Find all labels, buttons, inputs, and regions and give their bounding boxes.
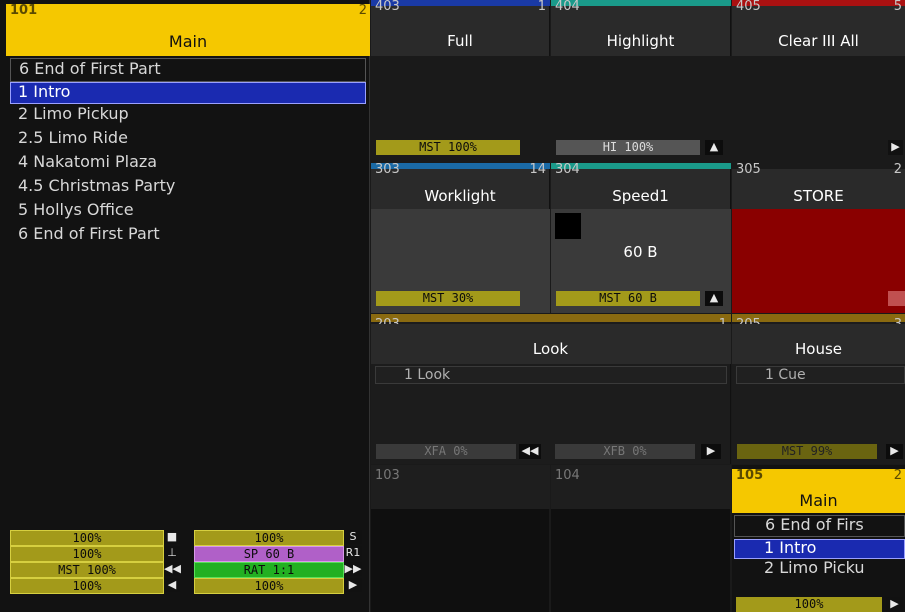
fader-value[interactable]: 100%	[10, 546, 164, 562]
cue-row[interactable]: 2 Limo Picku	[764, 556, 865, 580]
executor-title: Main	[799, 491, 838, 510]
rate-value[interactable]: RAT 1:1	[194, 562, 344, 578]
executor-number: 403	[375, 0, 400, 14]
go-icon[interactable]: ▶	[701, 444, 721, 459]
executor-body	[732, 56, 905, 162]
executor-page: 1	[537, 0, 546, 14]
cue-label: 1 Look	[404, 367, 451, 383]
cue-label: 1 Cue	[765, 367, 806, 383]
executor-title: Full	[447, 32, 473, 50]
cue-list: 1 Intro 2 Limo Pickup 2.5 Limo Ride 4 Na…	[10, 82, 366, 252]
executor-203[interactable]: 203 1 Look 1 Look XFA 0% ◀◀ XFB 0% ▶	[371, 314, 731, 464]
executor-number: 404	[555, 0, 580, 14]
executor-number: 304	[555, 162, 580, 177]
fader-value[interactable]: 100%	[10, 578, 164, 594]
executor-title: Main	[168, 32, 208, 51]
executor-number: 303	[375, 162, 400, 177]
speed-value: 60 B	[623, 243, 658, 261]
master-value[interactable]: MST 100%	[376, 140, 520, 155]
executor-header: 105 2 Main	[732, 469, 905, 513]
executor-title: Highlight	[606, 32, 675, 50]
cue-row[interactable]: 1 Look	[375, 366, 727, 384]
master-value[interactable]: MST 30%	[376, 291, 520, 306]
color-strip	[371, 314, 731, 322]
executor-title: Speed1	[612, 187, 669, 205]
crossfade-a-value[interactable]: XFA 0%	[376, 444, 516, 459]
executor-number: 305	[736, 162, 761, 177]
cue-row[interactable]: 1 Intro	[18, 80, 70, 104]
eject-icon[interactable]: ▲	[705, 291, 723, 306]
cue-row[interactable]: 2.5 Limo Ride	[18, 126, 128, 150]
executor-page: 2	[893, 162, 902, 177]
executor-page: 5	[893, 0, 902, 14]
cue-header-label: 6 End of First Part	[19, 59, 161, 78]
executor-305[interactable]: 305 2 STORE	[732, 163, 905, 313]
fast-forward-icon[interactable]: ▶▶	[344, 562, 362, 576]
executor-title: STORE	[793, 187, 844, 205]
go-icon[interactable]: ▶	[886, 597, 903, 612]
rate-reset-icon[interactable]: R1	[344, 546, 362, 560]
executor-403[interactable]: 403 1 Full MST 100%	[371, 0, 550, 162]
cue-header-label: 6 End of Firs	[765, 515, 864, 534]
fader-value[interactable]: 100%	[194, 530, 344, 546]
executor-page: 2	[893, 468, 902, 483]
master-value[interactable]: MST 99%	[737, 444, 877, 459]
main-executor-panel: 101 2 Main 6 End of First Part 1 Intro 2…	[0, 0, 370, 612]
executor-title: Clear III All	[778, 32, 859, 50]
executor-number: 105	[736, 468, 764, 483]
executor-number: 103	[375, 468, 400, 483]
master-value[interactable]: MST 60 B	[556, 291, 700, 306]
executor-page: 14	[529, 162, 546, 177]
executor-404[interactable]: 404 Highlight HI 100% ▲	[551, 0, 731, 162]
executor-104[interactable]: 104	[551, 465, 731, 612]
executor-title: Look	[532, 340, 569, 358]
load-icon[interactable]: ⊥	[164, 546, 180, 560]
go-icon[interactable]: ▶	[344, 578, 362, 592]
executor-title: House	[794, 340, 842, 358]
cue-row[interactable]: 4 Nakatomi Plaza	[18, 150, 157, 174]
stop-icon[interactable]: ■	[164, 530, 180, 544]
fast-back-icon[interactable]: ◀◀	[164, 562, 181, 576]
executor-405[interactable]: 405 5 Clear III All ▶	[732, 0, 905, 162]
executor-205[interactable]: 205 3 House 1 Cue MST 99% ▶	[732, 314, 905, 464]
cue-row[interactable]: 2 Limo Pickup	[18, 102, 129, 126]
back-icon[interactable]: ◀	[164, 578, 180, 592]
select-icon[interactable]: S	[344, 530, 362, 544]
speed-indicator	[555, 213, 581, 239]
fader-value[interactable]: 100%	[736, 597, 882, 612]
executor-title: Worklight	[424, 187, 496, 205]
cue-row[interactable]: 5 Hollys Office	[18, 198, 134, 222]
fader-value[interactable]: 100%	[194, 578, 344, 594]
store-handle	[888, 291, 905, 306]
highlight-value[interactable]: HI 100%	[556, 140, 700, 155]
executor-page: 2	[358, 3, 367, 18]
store-area[interactable]	[732, 209, 905, 313]
crossfade-b-value[interactable]: XFB 0%	[555, 444, 695, 459]
executor-105[interactable]: 105 2 Main 6 End of Firs 1 Intro 2 Limo …	[732, 465, 905, 612]
executor-303[interactable]: 303 14 Worklight MST 30%	[371, 163, 550, 313]
go-icon[interactable]: ▶	[886, 444, 903, 459]
master-value[interactable]: MST 100%	[10, 562, 164, 578]
go-icon[interactable]: ▶	[888, 140, 903, 155]
cue-list-header-row: 6 End of Firs	[734, 515, 905, 537]
cue-row[interactable]: 1 Cue	[736, 366, 905, 384]
cue-list-header-row: 6 End of First Part	[10, 58, 366, 82]
main-executor-controls: 100% 100% MST 100% 100% ■ ⊥ ◀◀ ◀ 100% SP…	[10, 530, 370, 612]
executor-number: 101	[10, 3, 38, 18]
eject-icon[interactable]: ▲	[705, 140, 723, 155]
speed-value[interactable]: SP 60 B	[194, 546, 344, 562]
rewind-icon[interactable]: ◀◀	[519, 444, 541, 459]
executor-number: 104	[555, 468, 580, 483]
executor-number: 405	[736, 0, 761, 14]
executor-304[interactable]: 304 Speed1 60 B MST 60 B ▲	[551, 163, 731, 313]
cue-row[interactable]: 4.5 Christmas Party	[18, 174, 175, 198]
fader-value[interactable]: 100%	[10, 530, 164, 546]
main-executor-header[interactable]: 101 2 Main	[6, 4, 370, 56]
executor-103[interactable]: 103	[371, 465, 550, 612]
cue-row[interactable]: 6 End of First Part	[18, 222, 160, 246]
